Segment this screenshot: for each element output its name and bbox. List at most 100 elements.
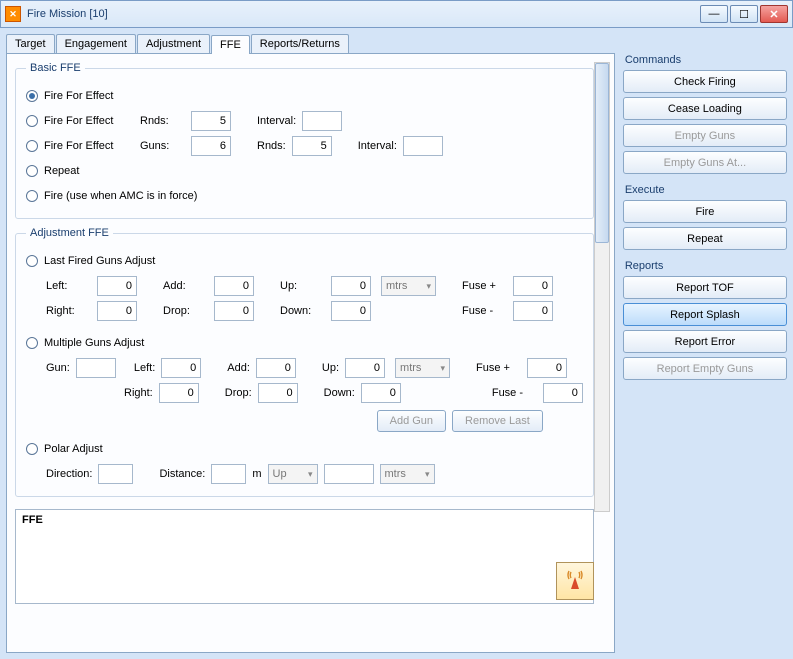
m-add-input[interactable]: 0: [256, 358, 296, 378]
left-input[interactable]: 0: [97, 276, 137, 296]
report-error-button[interactable]: Report Error: [623, 330, 787, 353]
maximize-button[interactable]: ☐: [730, 5, 758, 23]
up-input[interactable]: 0: [331, 276, 371, 296]
fusep-input[interactable]: 0: [513, 276, 553, 296]
down-input[interactable]: 0: [331, 301, 371, 321]
scrollbar[interactable]: [594, 62, 610, 512]
adjustment-ffe-legend: Adjustment FFE: [26, 227, 113, 239]
radio-ffe-2[interactable]: [26, 115, 38, 127]
m-up-label: Up:: [322, 362, 339, 374]
fusem-input[interactable]: 0: [513, 301, 553, 321]
guns-label: Guns:: [140, 140, 185, 152]
radio-polar-label: Polar Adjust: [44, 443, 103, 455]
drop-label: Drop:: [163, 305, 208, 317]
m-add-label: Add:: [227, 362, 250, 374]
radio-repeat-label: Repeat: [44, 165, 79, 177]
right-label: Right:: [46, 305, 91, 317]
m-down-label: Down:: [324, 387, 355, 399]
radio-fire-amc[interactable]: [26, 190, 38, 202]
interval3-input[interactable]: [403, 136, 443, 156]
m-right-input[interactable]: 0: [159, 383, 199, 403]
polar-value-input[interactable]: [324, 464, 374, 484]
interval3-label: Interval:: [358, 140, 397, 152]
direction-label: Direction:: [46, 468, 92, 480]
radio-multiple[interactable]: [26, 337, 38, 349]
tab-ffe[interactable]: FFE: [211, 35, 250, 54]
fusem-label: Fuse -: [462, 305, 507, 317]
remove-last-button[interactable]: Remove Last: [452, 410, 543, 432]
empty-guns-at-button[interactable]: Empty Guns At...: [623, 151, 787, 174]
m-right-label: Right:: [124, 387, 153, 399]
reports-group: Reports Report TOF Report Splash Report …: [623, 260, 787, 380]
m-drop-input[interactable]: 0: [258, 383, 298, 403]
add-gun-button[interactable]: Add Gun: [377, 410, 446, 432]
down-label: Down:: [280, 305, 325, 317]
report-splash-button[interactable]: Report Splash: [623, 303, 787, 326]
tab-adjustment[interactable]: Adjustment: [137, 34, 210, 53]
radio-ffe-1[interactable]: [26, 90, 38, 102]
radio-ffe-3[interactable]: [26, 140, 38, 152]
tab-reports[interactable]: Reports/Returns: [251, 34, 349, 53]
direction-input[interactable]: [98, 464, 133, 484]
tab-engagement[interactable]: Engagement: [56, 34, 136, 53]
scrollbar-thumb[interactable]: [595, 63, 609, 243]
app-icon: [5, 6, 21, 22]
tab-target[interactable]: Target: [6, 34, 55, 53]
m-left-label: Left:: [134, 362, 155, 374]
m-fusem-input[interactable]: 0: [543, 383, 583, 403]
radio-last-fired[interactable]: [26, 255, 38, 267]
basic-ffe-group: Basic FFE Fire For Effect Fire For Effec…: [15, 62, 594, 219]
m-left-input[interactable]: 0: [161, 358, 201, 378]
radio-ffe-1-label: Fire For Effect: [44, 90, 113, 102]
m-down-input[interactable]: 0: [361, 383, 401, 403]
rnds3-label: Rnds:: [257, 140, 286, 152]
radio-repeat[interactable]: [26, 165, 38, 177]
reports-label: Reports: [623, 260, 787, 272]
adjustment-ffe-group: Adjustment FFE Last Fired Guns Adjust Le…: [15, 227, 594, 497]
empty-guns-button[interactable]: Empty Guns: [623, 124, 787, 147]
m-drop-label: Drop:: [225, 387, 252, 399]
rnds-label: Rnds:: [140, 115, 185, 127]
units-select-2[interactable]: mtrs: [395, 358, 450, 378]
output-box: FFE: [15, 509, 594, 604]
units-select-1[interactable]: mtrs: [381, 276, 436, 296]
titlebar: Fire Mission [10] — ☐ ✕: [0, 0, 793, 28]
check-firing-button[interactable]: Check Firing: [623, 70, 787, 93]
commands-group: Commands Check Firing Cease Loading Empt…: [623, 54, 787, 174]
fusep-label: Fuse +: [462, 280, 507, 292]
guns-input[interactable]: 6: [191, 136, 231, 156]
m-label: m: [252, 468, 261, 480]
rnds3-input[interactable]: 5: [292, 136, 332, 156]
radio-last-fired-label: Last Fired Guns Adjust: [44, 255, 155, 267]
updown-select[interactable]: Up: [268, 464, 318, 484]
interval-input[interactable]: [302, 111, 342, 131]
commands-label: Commands: [623, 54, 787, 66]
radio-ffe-3-label: Fire For Effect: [44, 140, 134, 152]
report-tof-button[interactable]: Report TOF: [623, 276, 787, 299]
close-button[interactable]: ✕: [760, 5, 788, 23]
up-label: Up:: [280, 280, 325, 292]
drop-input[interactable]: 0: [214, 301, 254, 321]
tab-panel: Basic FFE Fire For Effect Fire For Effec…: [6, 53, 615, 653]
m-fusem-label: Fuse -: [492, 387, 537, 399]
radio-multiple-label: Multiple Guns Adjust: [44, 337, 144, 349]
execute-group: Execute Fire Repeat: [623, 184, 787, 250]
add-input[interactable]: 0: [214, 276, 254, 296]
m-up-input[interactable]: 0: [345, 358, 385, 378]
rnds-input[interactable]: 5: [191, 111, 231, 131]
units-select-3[interactable]: mtrs: [380, 464, 435, 484]
report-empty-guns-button[interactable]: Report Empty Guns: [623, 357, 787, 380]
repeat-button[interactable]: Repeat: [623, 227, 787, 250]
gun-input[interactable]: [76, 358, 116, 378]
radio-polar[interactable]: [26, 443, 38, 455]
cease-loading-button[interactable]: Cease Loading: [623, 97, 787, 120]
execute-label: Execute: [623, 184, 787, 196]
distance-input[interactable]: [211, 464, 246, 484]
radio-fire-amc-label: Fire (use when AMC is in force): [44, 190, 197, 202]
m-fusep-input[interactable]: 0: [527, 358, 567, 378]
fire-button[interactable]: Fire: [623, 200, 787, 223]
right-input[interactable]: 0: [97, 301, 137, 321]
transmit-icon[interactable]: [556, 562, 594, 600]
minimize-button[interactable]: —: [700, 5, 728, 23]
add-label: Add:: [163, 280, 208, 292]
